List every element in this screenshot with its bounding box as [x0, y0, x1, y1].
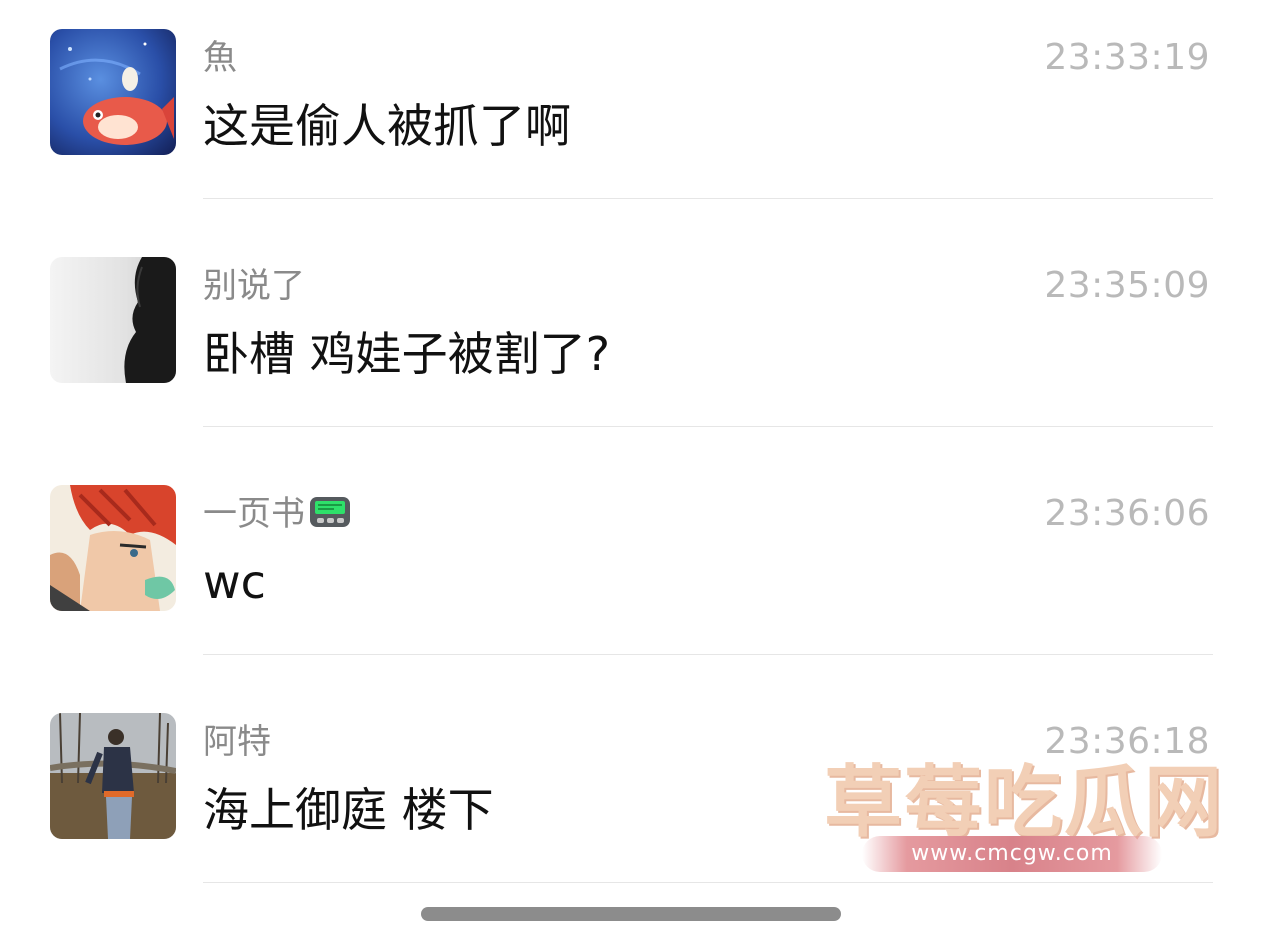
row-divider [203, 426, 1213, 427]
message-time: 23:36:18 [1044, 721, 1210, 762]
chat-row[interactable]: 别说了 23:35:09 卧槽 鸡娃子被割了? [0, 228, 1263, 456]
row-divider [203, 882, 1213, 883]
contact-name: 阿特 [203, 722, 271, 762]
row-divider [203, 198, 1213, 199]
row-divider [203, 654, 1213, 655]
message-preview: 这是偷人被抓了啊 [203, 99, 571, 153]
message-preview: 卧槽 鸡娃子被割了? [203, 327, 611, 381]
message-time: 23:33:19 [1044, 37, 1210, 78]
contact-name-text: 一页书 [203, 494, 305, 534]
chat-row[interactable]: 魚 23:33:19 这是偷人被抓了啊 [0, 0, 1263, 228]
contact-name: 别说了 [203, 266, 305, 306]
home-indicator[interactable] [421, 907, 841, 921]
dark-profile-avatar[interactable] [50, 257, 176, 383]
field-photo-avatar[interactable] [50, 713, 176, 839]
pager-icon [309, 495, 351, 538]
fish-painting-avatar[interactable] [50, 29, 176, 155]
message-time: 23:35:09 [1044, 265, 1210, 306]
message-time: 23:36:06 [1044, 493, 1210, 534]
message-preview: 海上御庭 楼下 [203, 783, 494, 837]
contact-name: 一页书 [203, 494, 351, 538]
message-preview: wc [203, 555, 266, 609]
chat-row[interactable]: 一页书 23:36:06 wc [0, 456, 1263, 684]
red-hair-anime-avatar[interactable] [50, 485, 176, 611]
chat-row[interactable]: 阿特 23:36:18 海上御庭 楼下 [0, 684, 1263, 912]
contact-name: 魚 [203, 38, 237, 78]
